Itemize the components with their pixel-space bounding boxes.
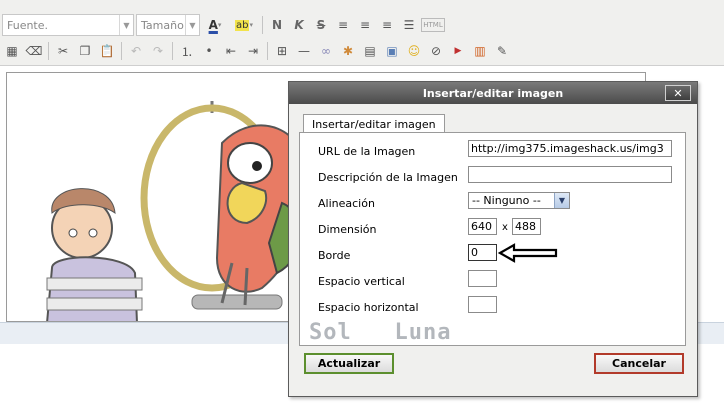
dimension-label: Dimensión: [318, 223, 377, 236]
alignment-select[interactable]: -- Ninguno -- ▼: [468, 192, 570, 209]
alignment-value: -- Ninguno --: [472, 194, 541, 207]
font-size-value: Tamaño: [141, 18, 184, 32]
description-label: Descripción de la Imagen: [318, 171, 458, 184]
toolbar-separator: [267, 42, 268, 60]
flash-icon[interactable]: ⊘: [426, 41, 446, 61]
chevron-down-icon[interactable]: ▼: [119, 15, 133, 35]
update-button[interactable]: Actualizar: [304, 353, 394, 374]
image-icon[interactable]: ▣: [382, 41, 402, 61]
undo-icon[interactable]: ↶: [126, 41, 146, 61]
ordered-list-icon[interactable]: ⒈: [177, 41, 197, 61]
text-color-icon[interactable]: A ▾: [202, 15, 228, 35]
align-center-icon[interactable]: ≡: [355, 15, 375, 35]
chart-icon[interactable]: ▥: [470, 41, 490, 61]
url-input[interactable]: http://img375.imageshack.us/img3: [468, 140, 672, 157]
unlink-icon[interactable]: ✱: [338, 41, 358, 61]
cancel-button[interactable]: Cancelar: [594, 353, 684, 374]
vertical-space-label: Espacio vertical: [318, 275, 405, 288]
align-left-icon[interactable]: ≡: [333, 15, 353, 35]
tab-insert-edit-image[interactable]: Insertar/editar imagen: [303, 114, 445, 133]
image-properties-panel: URL de la Imagen http://img375.imageshac…: [299, 132, 686, 346]
highlight-color-icon[interactable]: ab ▾: [230, 15, 258, 35]
strikethrough-button[interactable]: S: [311, 15, 331, 35]
horizontal-space-input[interactable]: [468, 296, 497, 313]
toolbar-separator: [48, 42, 49, 60]
editor-toolbar: Fuente. ▼ Tamaño ▼ A ▾ ab ▾ N K S ≡ ≡ ≡ ☰ …: [0, 0, 724, 66]
bold-button[interactable]: N: [267, 15, 287, 35]
chevron-down-icon[interactable]: ▼: [554, 193, 569, 208]
toolbar-separator: [172, 42, 173, 60]
watermark-text: Sol Luna: [309, 320, 452, 345]
youtube-icon[interactable]: ▶: [448, 41, 468, 61]
arrow-left-icon: [498, 243, 558, 263]
table-grid-icon[interactable]: ▦: [2, 41, 22, 61]
dialog-title: Insertar/editar imagen: [289, 82, 697, 104]
horizontal-rule-icon[interactable]: —: [294, 41, 314, 61]
smiley-icon[interactable]: ☺: [404, 41, 424, 61]
copy-icon[interactable]: ❐: [75, 41, 95, 61]
insert-table-icon[interactable]: ⊞: [272, 41, 292, 61]
vertical-space-input[interactable]: [468, 270, 497, 287]
edit-icon[interactable]: ✎: [492, 41, 512, 61]
cut-icon[interactable]: ✂: [53, 41, 73, 61]
horizontal-space-label: Espacio horizontal: [318, 301, 419, 314]
chevron-down-icon[interactable]: ▼: [185, 15, 199, 35]
alignment-label: Alineación: [318, 197, 375, 210]
eraser-icon[interactable]: ⌫: [24, 41, 44, 61]
html-button[interactable]: HTML: [421, 18, 445, 32]
indent-icon[interactable]: ⇥: [243, 41, 263, 61]
close-icon[interactable]: ✕: [665, 85, 691, 101]
font-size-combo[interactable]: Tamaño ▼: [136, 14, 200, 36]
height-input[interactable]: 488: [512, 218, 541, 235]
dimension-separator: x: [502, 222, 508, 233]
editor-screen: Fuente. ▼ Tamaño ▼ A ▾ ab ▾ N K S ≡ ≡ ≡ ☰ …: [0, 0, 724, 411]
paste-icon[interactable]: 📋: [97, 41, 117, 61]
bullet-list-icon[interactable]: •: [199, 41, 219, 61]
align-justify-icon[interactable]: ☰: [399, 15, 419, 35]
border-input[interactable]: 0: [468, 244, 497, 261]
align-right-icon[interactable]: ≡: [377, 15, 397, 35]
description-input[interactable]: [468, 166, 672, 183]
width-input[interactable]: 640: [468, 218, 497, 235]
redo-icon[interactable]: ↷: [148, 41, 168, 61]
link-icon[interactable]: ∞: [316, 41, 336, 61]
toolbar-separator: [121, 42, 122, 60]
font-family-value: Fuente.: [7, 18, 49, 32]
outdent-icon[interactable]: ⇤: [221, 41, 241, 61]
toolbar-row-1: Fuente. ▼ Tamaño ▼ A ▾ ab ▾ N K S ≡ ≡ ≡ ☰ …: [2, 13, 445, 37]
italic-button[interactable]: K: [289, 15, 309, 35]
toolbar-row-2: ▦ ⌫ ✂ ❐ 📋 ↶ ↷ ⒈ • ⇤ ⇥ ⊞ — ∞ ✱ ▤ ▣ ☺ ⊘ ▶ …: [2, 39, 512, 63]
document-icon[interactable]: ▤: [360, 41, 380, 61]
toolbar-separator: [262, 16, 263, 34]
font-family-combo[interactable]: Fuente. ▼: [2, 14, 134, 36]
insert-image-dialog: Insertar/editar imagen ✕ Insertar/editar…: [288, 81, 698, 397]
url-label: URL de la Imagen: [318, 145, 416, 158]
border-label: Borde: [318, 249, 351, 262]
